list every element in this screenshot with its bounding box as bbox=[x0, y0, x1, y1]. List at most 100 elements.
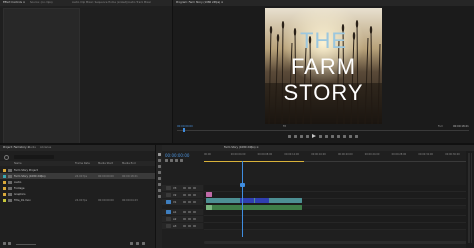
track-header[interactable]: A3 bbox=[162, 223, 203, 229]
new-item-icon[interactable] bbox=[136, 242, 139, 245]
mark-out-icon[interactable] bbox=[294, 135, 297, 138]
timeline-horizontal-scrollbar[interactable] bbox=[204, 241, 472, 244]
audio-meter-bar-left bbox=[468, 153, 470, 243]
item-name: Footage bbox=[14, 186, 25, 190]
hand-tool-icon[interactable] bbox=[157, 189, 161, 192]
mute-icon[interactable] bbox=[188, 210, 191, 213]
tab-media[interactable]: Media bbox=[28, 146, 36, 149]
track-label: V2 bbox=[173, 193, 177, 197]
play-icon[interactable] bbox=[312, 134, 316, 138]
track-lane[interactable] bbox=[204, 223, 472, 230]
project-search-input[interactable] bbox=[14, 155, 54, 159]
eye-icon[interactable] bbox=[193, 200, 196, 203]
type-tool-icon[interactable] bbox=[157, 195, 161, 198]
mute-icon[interactable] bbox=[188, 224, 191, 227]
audio-clip-sub[interactable] bbox=[206, 205, 212, 210]
video-clip-block[interactable] bbox=[206, 198, 302, 203]
program-scrub-bar[interactable] bbox=[177, 130, 469, 131]
sync-icon[interactable] bbox=[188, 186, 191, 189]
lock-icon[interactable] bbox=[183, 200, 186, 203]
label-color-swatch bbox=[3, 186, 6, 190]
timeline-playhead[interactable] bbox=[242, 161, 243, 237]
razor-tool-icon[interactable] bbox=[157, 171, 161, 174]
track-target-toggle[interactable] bbox=[166, 186, 171, 190]
track-lane[interactable] bbox=[204, 216, 472, 223]
tab-sequence[interactable]: Farm Story (1080 24fps) ≡ bbox=[224, 146, 259, 149]
column-frame-rate[interactable]: Frame Rate bbox=[75, 162, 90, 165]
export-frame-icon[interactable] bbox=[343, 135, 346, 138]
step-back-icon[interactable] bbox=[306, 135, 309, 138]
track-target-toggle[interactable] bbox=[166, 200, 171, 204]
track-header[interactable]: V2 bbox=[162, 192, 203, 198]
add-marker-icon[interactable] bbox=[175, 159, 178, 162]
go-to-out-icon[interactable] bbox=[325, 135, 328, 138]
icon-view-icon[interactable] bbox=[8, 242, 11, 245]
pen-tool-icon[interactable] bbox=[157, 183, 161, 186]
compare-view-icon[interactable] bbox=[349, 135, 352, 138]
ripple-edit-tool-icon[interactable] bbox=[157, 165, 161, 168]
title-clip[interactable] bbox=[206, 192, 212, 197]
extract-icon[interactable] bbox=[337, 135, 340, 138]
project-items-list: Farm Story Project Farm Story (1080 24fps… bbox=[0, 167, 155, 237]
new-bin-icon[interactable] bbox=[130, 242, 133, 245]
program-tabbar: Program: Farm Story (1080 24fps) ≡ bbox=[173, 0, 474, 6]
program-video-frame[interactable]: THE FARM STORY bbox=[265, 8, 382, 124]
linked-selection-icon[interactable] bbox=[170, 159, 173, 162]
snap-icon[interactable] bbox=[165, 159, 168, 162]
lift-icon[interactable] bbox=[331, 135, 334, 138]
solo-icon[interactable] bbox=[193, 217, 196, 220]
timeline-timecode[interactable]: 00:00:00:00 bbox=[165, 153, 189, 158]
track-header[interactable]: A1 bbox=[162, 209, 203, 215]
lock-icon[interactable] bbox=[183, 210, 186, 213]
column-name[interactable]: Name bbox=[14, 162, 22, 165]
timeline-playhead-head[interactable] bbox=[240, 183, 245, 187]
track-lane[interactable] bbox=[204, 209, 472, 216]
track-header[interactable]: V3 bbox=[162, 185, 203, 191]
selection-tool-icon[interactable] bbox=[157, 153, 161, 156]
ruler-tick-label: 00:00:04:00 bbox=[230, 153, 246, 156]
program-quality-dropdown[interactable]: Full bbox=[438, 125, 442, 128]
tab-libraries[interactable]: Libraries bbox=[40, 146, 51, 149]
lock-icon[interactable] bbox=[183, 217, 186, 220]
column-media-start[interactable]: Media Start bbox=[98, 162, 113, 165]
track-target-toggle[interactable] bbox=[166, 193, 171, 197]
lock-icon[interactable] bbox=[183, 193, 186, 196]
audio-clip-block[interactable] bbox=[206, 205, 302, 210]
program-fit-dropdown[interactable]: Fit bbox=[283, 125, 286, 128]
sync-icon[interactable] bbox=[188, 193, 191, 196]
timeline-work-area-bar[interactable] bbox=[204, 161, 304, 162]
item-media-start: 00:00:00:00 bbox=[98, 198, 114, 202]
eye-icon[interactable] bbox=[193, 193, 196, 196]
tab-effect-controls[interactable]: Effect Controls ≡ bbox=[3, 1, 25, 4]
step-forward-icon[interactable] bbox=[319, 135, 322, 138]
label-color-swatch bbox=[3, 168, 6, 172]
list-view-icon[interactable] bbox=[3, 242, 6, 245]
tab-program[interactable]: Program: Farm Story (1080 24fps) ≡ bbox=[176, 1, 223, 4]
solo-icon[interactable] bbox=[193, 210, 196, 213]
item-name: Farm Story (1080 24fps) bbox=[14, 174, 46, 178]
mute-icon[interactable] bbox=[188, 217, 191, 220]
track-target-toggle[interactable] bbox=[166, 224, 171, 228]
track-select-tool-icon[interactable] bbox=[157, 159, 161, 162]
tab-project[interactable]: Project: Farmstory ≡ bbox=[3, 146, 30, 149]
lock-icon[interactable] bbox=[183, 186, 186, 189]
lock-icon[interactable] bbox=[183, 224, 186, 227]
go-to-in-icon[interactable] bbox=[300, 135, 303, 138]
slip-tool-icon[interactable] bbox=[157, 177, 161, 180]
mark-in-icon[interactable] bbox=[288, 135, 291, 138]
program-playhead-marker[interactable] bbox=[183, 128, 185, 132]
track-header[interactable]: A2 bbox=[162, 216, 203, 222]
track-target-toggle[interactable] bbox=[166, 217, 171, 221]
sync-icon[interactable] bbox=[188, 200, 191, 203]
solo-icon[interactable] bbox=[193, 224, 196, 227]
project-item[interactable]: Title_01.mov 24.00 fps 00:00:00:00 00:00:04… bbox=[0, 197, 155, 203]
column-media-end[interactable]: Media End bbox=[122, 162, 136, 165]
track-target-toggle[interactable] bbox=[166, 210, 171, 214]
eye-icon[interactable] bbox=[193, 186, 196, 189]
track-header[interactable]: V1 bbox=[162, 199, 203, 205]
zoom-slider[interactable] bbox=[16, 243, 36, 245]
trash-icon[interactable] bbox=[142, 242, 145, 245]
video-clip-segment-2[interactable] bbox=[255, 198, 269, 203]
add-button-icon[interactable] bbox=[355, 135, 358, 138]
timeline-settings-icon[interactable] bbox=[180, 159, 183, 162]
